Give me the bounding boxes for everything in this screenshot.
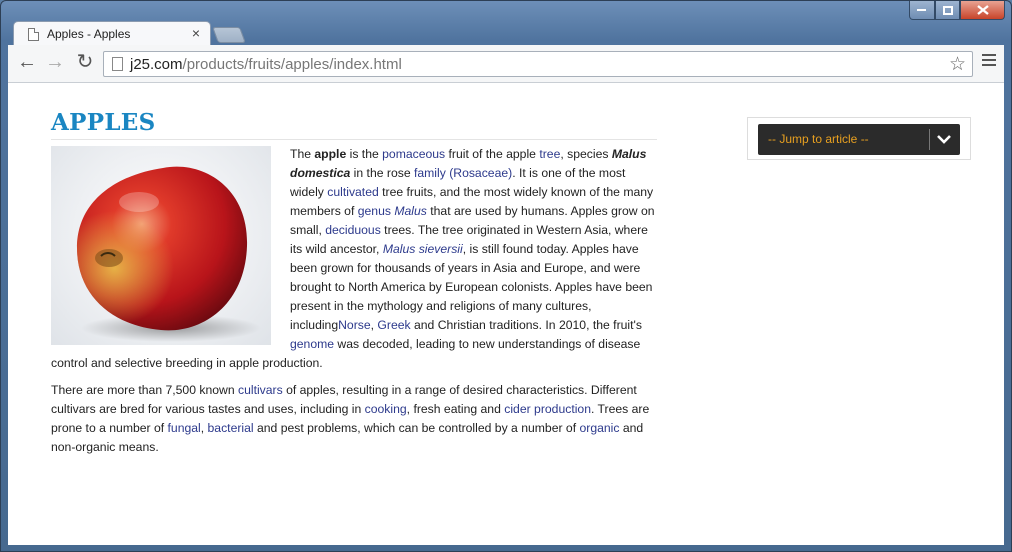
close-window-button[interactable] [960, 1, 1005, 20]
minimize-button[interactable] [909, 1, 935, 20]
link-bacterial[interactable]: bacterial [208, 421, 254, 435]
close-tab-icon[interactable]: × [192, 25, 200, 41]
text: is the [346, 147, 383, 161]
link-genome[interactable]: genome [290, 337, 334, 351]
back-button[interactable]: ← [16, 52, 38, 74]
link-greek[interactable]: Greek [377, 318, 410, 332]
new-tab-button[interactable] [212, 27, 246, 43]
text: , species [560, 147, 612, 161]
text: There are more than 7,500 known [51, 383, 238, 397]
url-path: /products/fruits/apples/index.html [182, 56, 402, 73]
page-viewport: APPLES The apple is the pomaceous fruit … [8, 83, 1004, 545]
tab-apples[interactable]: Apples - Apples × [13, 21, 211, 46]
link-cultivars[interactable]: cultivars [238, 383, 283, 397]
select-divider [929, 129, 930, 150]
text: The [290, 147, 315, 161]
link-tree[interactable]: tree [539, 147, 560, 161]
maximize-button[interactable] [935, 1, 960, 20]
text: and Christian traditions. In 2010, the f… [410, 318, 642, 332]
url-text[interactable]: j25.com/products/fruits/apples/index.htm… [130, 56, 402, 73]
chevron-down-icon [937, 135, 951, 144]
bookmark-star-icon[interactable]: ☆ [949, 53, 966, 76]
reload-button[interactable]: ↻ [74, 52, 96, 74]
paragraph-2: There are more than 7,500 known cultivar… [51, 381, 657, 457]
link-cultivated[interactable]: cultivated [327, 185, 379, 199]
window-controls [909, 1, 1005, 21]
text: , fresh eating and [406, 402, 505, 416]
link-deciduous[interactable]: deciduous [325, 223, 381, 237]
url-host: j25.com [130, 56, 183, 73]
link-cooking[interactable]: cooking [365, 402, 407, 416]
browser-window: Apples - Apples × ← → ↻ j25.com/products… [0, 0, 1012, 552]
text: and pest problems, which can be controll… [253, 421, 580, 435]
forward-button[interactable]: → [44, 52, 66, 74]
link-family[interactable]: family [414, 166, 446, 180]
jump-to-article-box: -- Jump to article -- [747, 117, 971, 160]
jump-to-article-select[interactable]: -- Jump to article -- [758, 124, 960, 155]
menu-icon[interactable] [982, 54, 996, 68]
tab-title: Apples - Apples [47, 27, 131, 41]
jump-label: -- Jump to article -- [768, 132, 869, 146]
link-malus[interactable]: Malus [394, 204, 427, 218]
tab-strip: Apples - Apples × [1, 1, 1011, 46]
link-malus-sieversii[interactable]: Malus sieversii [383, 242, 463, 256]
page-icon [112, 57, 123, 71]
article-content: The apple is the pomaceous fruit of the … [51, 145, 657, 465]
text: in the rose [350, 166, 414, 180]
bold-term-apple: apple [314, 147, 347, 161]
text: fruit of the apple [445, 147, 540, 161]
page-title: APPLES [51, 109, 657, 140]
page-icon [28, 28, 39, 41]
link-rosaceae[interactable]: (Rosaceae) [449, 166, 512, 180]
link-genus[interactable]: genus [358, 204, 391, 218]
apple-image [51, 146, 271, 345]
address-bar[interactable]: j25.com/products/fruits/apples/index.htm… [103, 51, 973, 77]
toolbar: ← → ↻ j25.com/products/fruits/apples/ind… [8, 45, 1004, 83]
link-organic[interactable]: organic [579, 421, 619, 435]
link-fungal[interactable]: fungal [168, 421, 201, 435]
link-pomaceous[interactable]: pomaceous [382, 147, 445, 161]
link-norse[interactable]: Norse [338, 318, 371, 332]
text: , [200, 421, 208, 435]
link-cider-production[interactable]: cider production [504, 402, 591, 416]
